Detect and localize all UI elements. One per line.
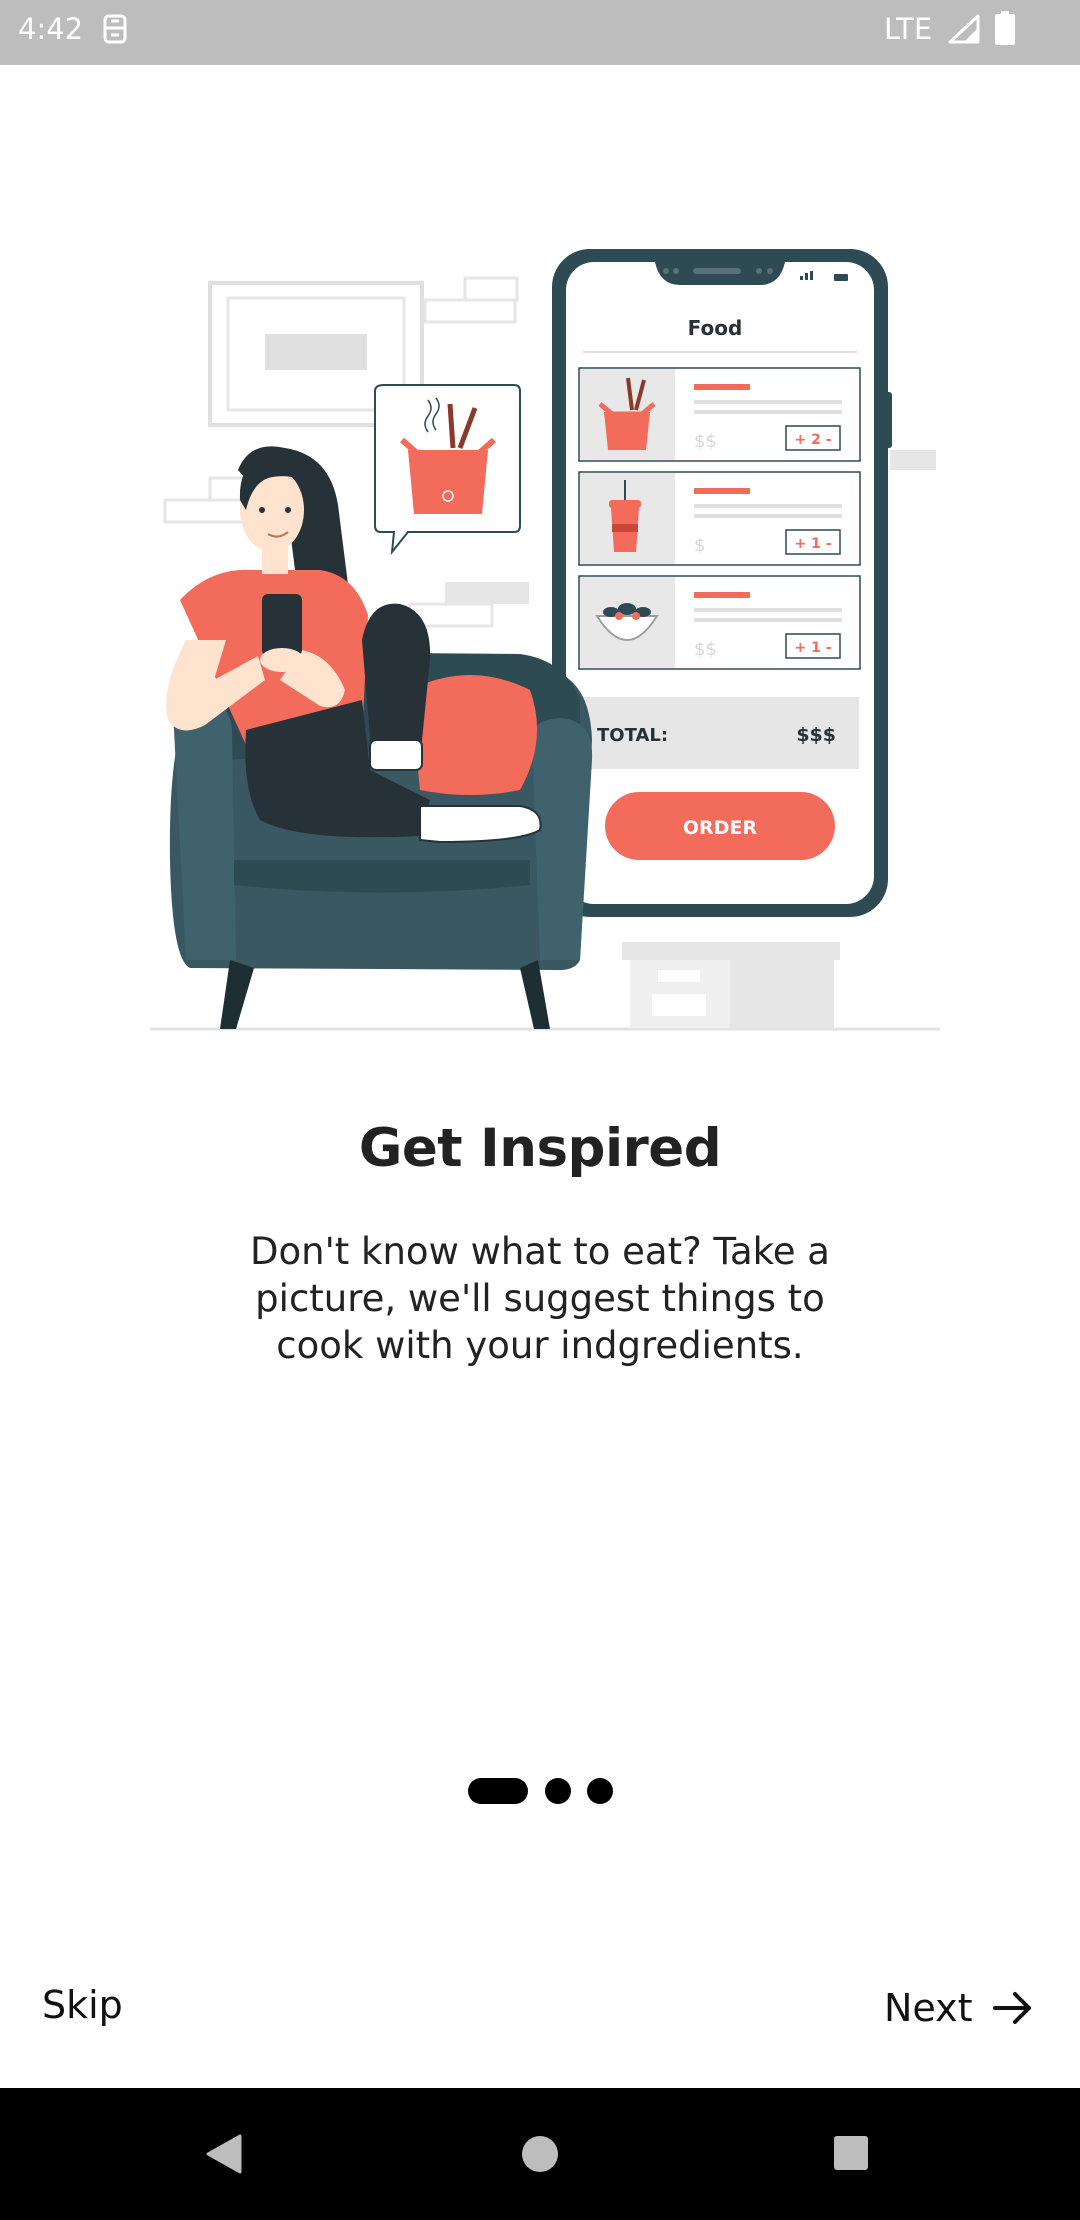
system-nav-bar bbox=[0, 2088, 1080, 2220]
phone-illustration: Food $$ + 2 - $ + 1 - $$ + 1 - TOTAL: $$… bbox=[552, 249, 892, 917]
onboarding-illustration: Food $$ + 2 - $ + 1 - $$ + 1 - TOTAL: $$… bbox=[150, 249, 940, 1031]
total-value: $$$ bbox=[796, 724, 836, 746]
page-description: Don't know what to eat? Take a picture, … bbox=[250, 1230, 830, 1367]
page-dot[interactable] bbox=[587, 1778, 613, 1804]
menu-item-3: $$ + 1 - bbox=[578, 575, 861, 670]
page-title: Get Inspired bbox=[358, 1118, 722, 1179]
item-qty: + 2 - bbox=[794, 432, 831, 448]
page-indicator bbox=[0, 1778, 1080, 1804]
sim-icon bbox=[103, 14, 127, 44]
order-label: ORDER bbox=[683, 817, 758, 839]
next-label: Next bbox=[884, 1986, 973, 2030]
item-qty: + 1 - bbox=[794, 640, 831, 656]
back-icon[interactable] bbox=[204, 2132, 244, 2176]
phone-header-text: Food bbox=[688, 316, 743, 340]
box-decor bbox=[622, 942, 840, 1028]
item-price: $ bbox=[694, 535, 705, 556]
home-icon[interactable] bbox=[522, 2136, 558, 2172]
item-qty: + 1 - bbox=[794, 536, 831, 552]
battery-icon bbox=[995, 11, 1015, 45]
item-price: $$ bbox=[694, 431, 717, 452]
menu-item-1: $$ + 2 - bbox=[578, 367, 861, 462]
page-dot[interactable] bbox=[545, 1778, 571, 1804]
arrow-right-icon bbox=[992, 1992, 1031, 2024]
next-button[interactable]: Next bbox=[884, 1980, 1035, 2036]
item-price: $$ bbox=[694, 639, 717, 660]
recents-icon[interactable] bbox=[834, 2136, 868, 2170]
skip-button[interactable]: Skip bbox=[42, 1983, 123, 2027]
total-label: TOTAL: bbox=[597, 725, 668, 746]
speech-bubble bbox=[374, 384, 521, 556]
network-type: LTE bbox=[884, 12, 933, 46]
status-time: 4:42 bbox=[18, 12, 84, 46]
menu-item-2: $ + 1 - bbox=[578, 471, 861, 566]
page-dot-active[interactable] bbox=[468, 1778, 528, 1804]
status-bar: 4:42 LTE bbox=[0, 0, 1080, 65]
signal-icon bbox=[948, 14, 980, 44]
